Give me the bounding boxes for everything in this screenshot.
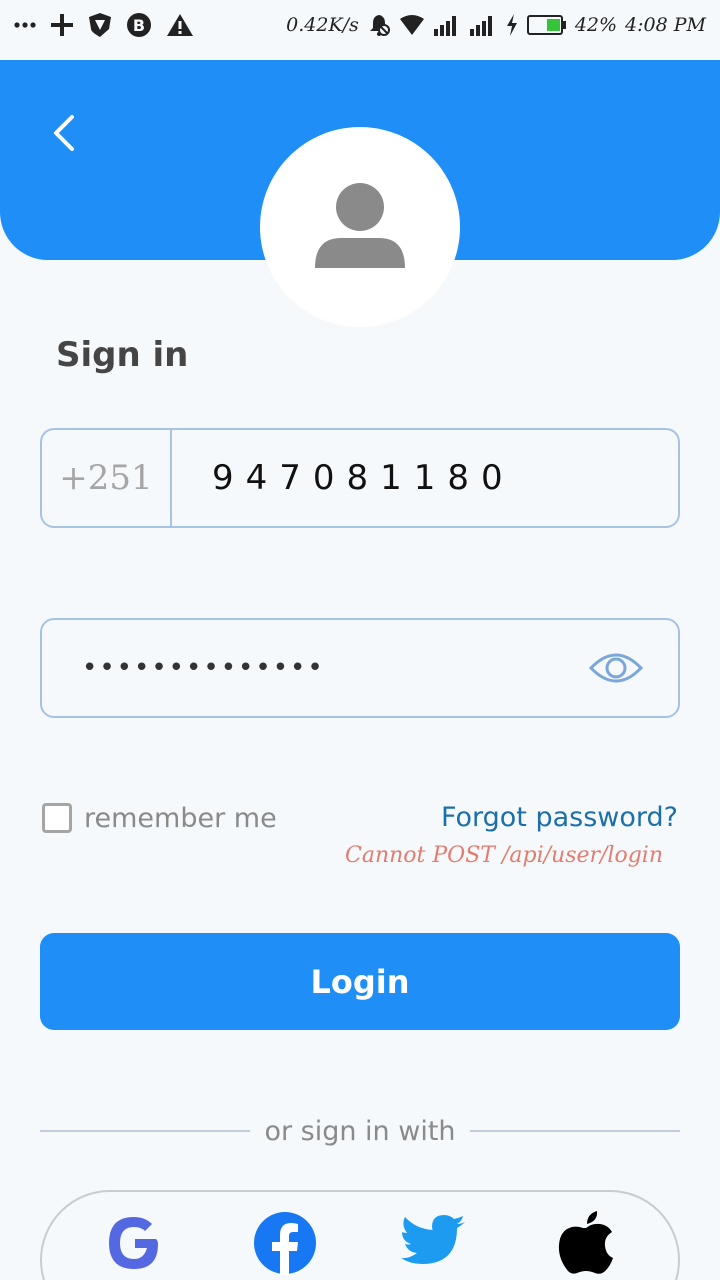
password-field[interactable]: •••••••••••••• <box>40 618 680 718</box>
signal-icon <box>469 13 497 37</box>
plus-icon <box>50 13 74 37</box>
avatar <box>260 127 460 327</box>
page-title: Sign in <box>56 335 189 375</box>
battery-icon <box>526 14 567 36</box>
password-toggle-button[interactable] <box>588 646 644 690</box>
chevron-left-icon <box>54 115 74 151</box>
apple-login-button[interactable] <box>553 1210 619 1276</box>
status-bar: B 0.42K/s 42% 4:08 PM <box>0 0 720 52</box>
apple-icon <box>558 1211 613 1274</box>
country-code[interactable]: +251 <box>42 430 172 526</box>
eye-icon <box>589 653 643 683</box>
bell-off-icon <box>367 13 391 37</box>
divider-line-right <box>470 1130 680 1132</box>
remember-checkbox[interactable] <box>42 803 72 833</box>
net-speed: 0.42K/s <box>286 14 359 36</box>
phone-field[interactable]: +251 947081180 <box>40 428 680 528</box>
more-icon <box>14 21 36 29</box>
battery-percent: 42% <box>574 14 618 36</box>
twitter-login-button[interactable] <box>401 1210 467 1276</box>
twitter-icon <box>401 1215 465 1264</box>
back-button[interactable] <box>40 108 86 158</box>
remember-label: remember me <box>84 802 277 834</box>
password-input[interactable]: •••••••••••••• <box>82 620 325 716</box>
divider-line-left <box>40 1130 250 1132</box>
login-button[interactable]: Login <box>40 933 680 1030</box>
warning-icon <box>166 13 194 37</box>
shield-icon <box>88 12 112 38</box>
svg-text:B: B <box>133 16 145 35</box>
forgot-password-link[interactable]: Forgot password? <box>441 798 678 838</box>
b-badge-icon: B <box>126 12 152 38</box>
status-left-icons: B <box>14 10 194 40</box>
user-icon <box>315 183 405 268</box>
clock: 4:08 PM <box>625 14 706 36</box>
signal-icon <box>433 13 461 37</box>
charging-icon <box>505 13 519 37</box>
wifi-icon <box>399 14 425 36</box>
error-message: Cannot POST /api/user/login <box>345 843 663 868</box>
remember-me-toggle[interactable]: remember me <box>42 798 277 838</box>
facebook-login-button[interactable] <box>252 1210 318 1276</box>
facebook-icon <box>254 1212 316 1275</box>
google-icon <box>109 1217 158 1269</box>
phone-input[interactable]: 947081180 <box>212 430 515 526</box>
status-right-group: 0.42K/s 42% 4:08 PM <box>286 10 706 40</box>
google-login-button[interactable] <box>101 1210 167 1276</box>
social-divider-label: or sign in with <box>264 1116 456 1147</box>
